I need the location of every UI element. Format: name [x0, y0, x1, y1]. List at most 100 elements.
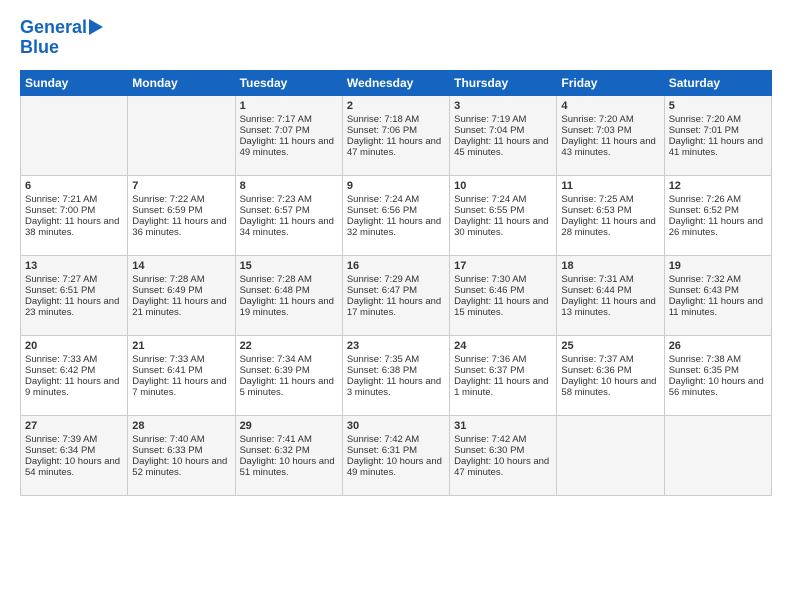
- cell-text: Daylight: 11 hours and 13 minutes.: [561, 296, 659, 318]
- week-row-4: 27Sunrise: 7:39 AMSunset: 6:34 PMDayligh…: [21, 415, 772, 495]
- cell-2-6: 19Sunrise: 7:32 AMSunset: 6:43 PMDayligh…: [664, 255, 771, 335]
- header-sunday: Sunday: [21, 70, 128, 95]
- cell-text: Daylight: 11 hours and 32 minutes.: [347, 216, 445, 238]
- cell-text: Daylight: 11 hours and 34 minutes.: [240, 216, 338, 238]
- cell-text: Daylight: 10 hours and 49 minutes.: [347, 456, 445, 478]
- cell-text: Sunrise: 7:41 AM: [240, 434, 338, 445]
- cell-text: Daylight: 11 hours and 38 minutes.: [25, 216, 123, 238]
- day-number: 22: [240, 340, 338, 352]
- cell-2-3: 16Sunrise: 7:29 AMSunset: 6:47 PMDayligh…: [342, 255, 449, 335]
- cell-text: Sunset: 7:00 PM: [25, 205, 123, 216]
- week-row-2: 13Sunrise: 7:27 AMSunset: 6:51 PMDayligh…: [21, 255, 772, 335]
- cell-text: Sunset: 6:32 PM: [240, 445, 338, 456]
- cell-4-1: 28Sunrise: 7:40 AMSunset: 6:33 PMDayligh…: [128, 415, 235, 495]
- cell-text: Daylight: 11 hours and 28 minutes.: [561, 216, 659, 238]
- logo-blue-text: Blue: [20, 38, 59, 58]
- cell-text: Sunset: 6:44 PM: [561, 285, 659, 296]
- cell-text: Sunset: 6:52 PM: [669, 205, 767, 216]
- cell-2-5: 18 Sunrise: 7:31 AMSunset: 6:44 PMDayligh…: [557, 255, 664, 335]
- day-number: 26: [669, 340, 767, 352]
- cell-text: Sunrise: 7:28 AM: [132, 274, 230, 285]
- cell-3-2: 22Sunrise: 7:34 AMSunset: 6:39 PMDayligh…: [235, 335, 342, 415]
- cell-text: Daylight: 11 hours and 47 minutes.: [347, 136, 445, 158]
- day-number: 12: [669, 180, 767, 192]
- cell-text: Daylight: 11 hours and 7 minutes.: [132, 376, 230, 398]
- cell-text: Daylight: 11 hours and 1 minute.: [454, 376, 552, 398]
- cell-1-2: 8Sunrise: 7:23 AMSunset: 6:57 PMDaylight…: [235, 175, 342, 255]
- cell-text: Sunset: 6:35 PM: [669, 365, 767, 376]
- cell-text: Daylight: 11 hours and 17 minutes.: [347, 296, 445, 318]
- cell-text: Sunrise: 7:20 AM: [561, 114, 659, 125]
- cell-text: Daylight: 11 hours and 19 minutes.: [240, 296, 338, 318]
- cell-4-6: [664, 415, 771, 495]
- cell-1-0: 6 Sunrise: 7:21 AMSunset: 7:00 PMDaylight…: [21, 175, 128, 255]
- logo-arrow-icon: [89, 19, 103, 35]
- cell-text: Sunset: 7:06 PM: [347, 125, 445, 136]
- cell-text: Sunset: 6:46 PM: [454, 285, 552, 296]
- cell-text: Sunset: 6:56 PM: [347, 205, 445, 216]
- cell-text: Sunset: 6:34 PM: [25, 445, 123, 456]
- cell-text: Sunrise: 7:38 AM: [669, 354, 767, 365]
- cell-2-2: 15Sunrise: 7:28 AMSunset: 6:48 PMDayligh…: [235, 255, 342, 335]
- cell-text: Daylight: 10 hours and 58 minutes.: [561, 376, 659, 398]
- header-tuesday: Tuesday: [235, 70, 342, 95]
- cell-text: Sunrise: 7:42 AM: [454, 434, 552, 445]
- day-number: 27: [25, 420, 123, 432]
- week-row-1: 6Sunrise: 7:21 AMSunset: 7:00 PMDaylight…: [21, 175, 772, 255]
- cell-2-4: 17Sunrise: 7:30 AMSunset: 6:46 PMDayligh…: [450, 255, 557, 335]
- week-row-0: 1Sunrise: 7:17 AMSunset: 7:07 PMDaylight…: [21, 95, 772, 175]
- logo: General Blue: [20, 18, 103, 58]
- day-number: 31: [454, 420, 552, 432]
- cell-3-3: 23Sunrise: 7:35 AMSunset: 6:38 PMDayligh…: [342, 335, 449, 415]
- cell-text: Sunset: 7:04 PM: [454, 125, 552, 136]
- day-number: 19: [669, 260, 767, 272]
- cell-4-3: 30Sunrise: 7:42 AMSunset: 6:31 PMDayligh…: [342, 415, 449, 495]
- cell-text: Daylight: 11 hours and 41 minutes.: [669, 136, 767, 158]
- day-number: 7: [132, 180, 230, 192]
- header-monday: Monday: [128, 70, 235, 95]
- cell-text: Sunrise: 7:21 AM: [25, 194, 123, 205]
- day-number: 14: [132, 260, 230, 272]
- day-number: 18: [561, 260, 659, 272]
- cell-3-0: 20Sunrise: 7:33 AMSunset: 6:42 PMDayligh…: [21, 335, 128, 415]
- cell-text: Sunrise: 7:28 AM: [240, 274, 338, 285]
- cell-3-1: 21Sunrise: 7:33 AMSunset: 6:41 PMDayligh…: [128, 335, 235, 415]
- day-number: 23: [347, 340, 445, 352]
- cell-text: Sunrise: 7:20 AM: [669, 114, 767, 125]
- day-number: 11: [561, 180, 659, 192]
- cell-text: Sunrise: 7:23 AM: [240, 194, 338, 205]
- cell-text: Sunrise: 7:32 AM: [669, 274, 767, 285]
- header-saturday: Saturday: [664, 70, 771, 95]
- cell-1-3: 9Sunrise: 7:24 AMSunset: 6:56 PMDaylight…: [342, 175, 449, 255]
- cell-text: Daylight: 11 hours and 15 minutes.: [454, 296, 552, 318]
- cell-text: Sunset: 7:03 PM: [561, 125, 659, 136]
- header-wednesday: Wednesday: [342, 70, 449, 95]
- day-number: 3: [454, 100, 552, 112]
- cell-text: Sunset: 6:51 PM: [25, 285, 123, 296]
- cell-text: Sunset: 6:37 PM: [454, 365, 552, 376]
- cell-text: Daylight: 11 hours and 3 minutes.: [347, 376, 445, 398]
- cell-text: Sunrise: 7:31 AM: [561, 274, 659, 285]
- cell-1-6: 12Sunrise: 7:26 AMSunset: 6:52 PMDayligh…: [664, 175, 771, 255]
- day-number: 6: [25, 180, 123, 192]
- day-number: 10: [454, 180, 552, 192]
- cell-0-2: 1Sunrise: 7:17 AMSunset: 7:07 PMDaylight…: [235, 95, 342, 175]
- cell-text: Sunset: 6:59 PM: [132, 205, 230, 216]
- cell-text: Sunrise: 7:24 AM: [454, 194, 552, 205]
- cell-text: Sunset: 7:01 PM: [669, 125, 767, 136]
- cell-text: Daylight: 11 hours and 45 minutes.: [454, 136, 552, 158]
- cell-text: Daylight: 10 hours and 56 minutes.: [669, 376, 767, 398]
- day-number: 4: [561, 100, 659, 112]
- cell-text: Daylight: 11 hours and 9 minutes.: [25, 376, 123, 398]
- day-number: 5: [669, 100, 767, 112]
- logo-text: General: [20, 18, 87, 38]
- cell-text: Sunrise: 7:35 AM: [347, 354, 445, 365]
- cell-text: Daylight: 11 hours and 26 minutes.: [669, 216, 767, 238]
- cell-text: Sunset: 6:31 PM: [347, 445, 445, 456]
- cell-4-4: 31Sunrise: 7:42 AMSunset: 6:30 PMDayligh…: [450, 415, 557, 495]
- cell-text: Sunset: 6:47 PM: [347, 285, 445, 296]
- cell-text: Sunrise: 7:37 AM: [561, 354, 659, 365]
- cell-text: Sunrise: 7:24 AM: [347, 194, 445, 205]
- cell-text: Sunrise: 7:22 AM: [132, 194, 230, 205]
- cell-text: Sunset: 6:53 PM: [561, 205, 659, 216]
